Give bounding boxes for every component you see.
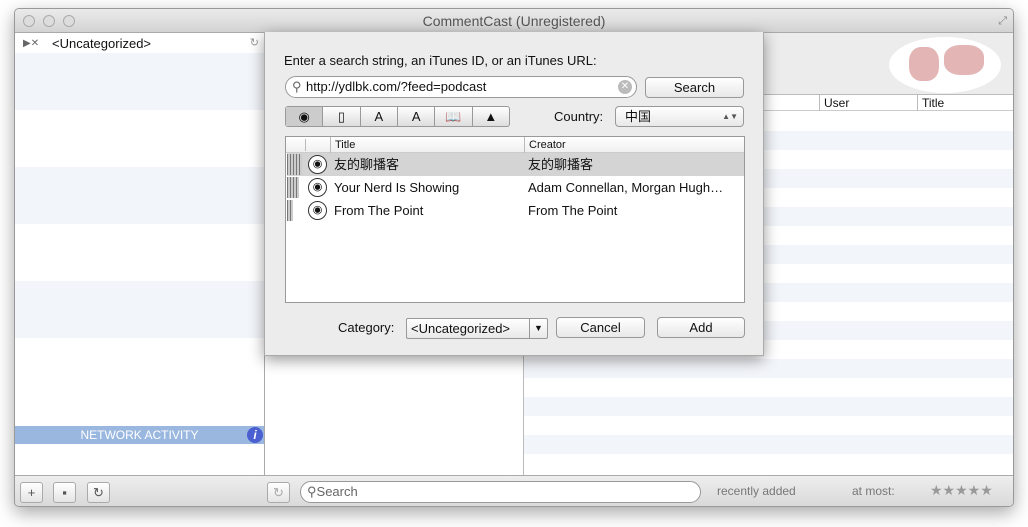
- chevron-down-icon: ▼: [529, 319, 547, 338]
- disclosure-triangle-icon[interactable]: ▶✕: [23, 35, 39, 52]
- sidebar-item-uncategorized[interactable]: ▶✕ <Uncategorized> ↻: [15, 35, 264, 52]
- refresh-comments-button[interactable]: ↻: [267, 482, 290, 503]
- star-rating-filter[interactable]: ★★★★★: [930, 482, 993, 499]
- search-icon: ⚲: [292, 79, 302, 94]
- result-title: From The Point: [334, 203, 424, 218]
- result-row[interactable]: ◉ Your Nerd Is Showing Adam Connellan, M…: [287, 176, 744, 199]
- at-most-label: at most:: [852, 484, 895, 498]
- popularity-bar: [287, 177, 299, 198]
- clear-icon[interactable]: ✕: [618, 80, 632, 94]
- results-table: Title Creator ◉ 友的聊播客 友的聊播客 ◉ Your Nerd …: [285, 136, 745, 303]
- sidebar: ▶✕ <Uncategorized> ↻ NETWORK ACTIVITY i: [15, 33, 265, 475]
- ipad-app-icon[interactable]: A: [361, 107, 398, 126]
- podcast-icon: ◉: [308, 178, 327, 197]
- itunes-u-icon[interactable]: ▲: [473, 107, 509, 126]
- search-prompt: Enter a search string, an iTunes ID, or …: [284, 53, 597, 68]
- media-type-selector[interactable]: ◉ ▯ A A 📖 ▲: [285, 106, 510, 127]
- zoom-button[interactable]: [63, 15, 75, 27]
- result-creator: Adam Connellan, Morgan Hugh…: [528, 180, 724, 195]
- result-title: Your Nerd Is Showing: [334, 180, 460, 195]
- add-button[interactable]: +: [20, 482, 43, 503]
- popularity-bar: [287, 200, 293, 221]
- column-header-creator[interactable]: Creator: [524, 137, 566, 153]
- network-activity-header: NETWORK ACTIVITY i: [15, 426, 264, 444]
- refresh-icon[interactable]: ↻: [250, 35, 259, 52]
- podcast-icon[interactable]: ◉: [286, 107, 324, 126]
- country-select[interactable]: 中国 ▲▼: [615, 106, 744, 127]
- country-label: Country:: [554, 109, 604, 124]
- column-header-title[interactable]: Title: [917, 95, 944, 111]
- close-button[interactable]: [23, 15, 35, 27]
- sidebar-item-label: <Uncategorized>: [52, 36, 152, 51]
- itunes-search-field[interactable]: ⚲ http://ydlbk.com/?feed=podcast ✕: [285, 76, 637, 98]
- title-bar: CommentCast (Unregistered) ⤢: [15, 9, 1013, 33]
- add-folder-button[interactable]: ▪: [53, 482, 76, 503]
- fullscreen-icon[interactable]: ⤢: [998, 9, 1007, 33]
- add-button[interactable]: Add: [657, 317, 745, 338]
- book-icon[interactable]: 📖: [435, 107, 473, 126]
- updown-arrows-icon: ▲▼: [722, 112, 738, 121]
- minimize-button[interactable]: [43, 15, 55, 27]
- bottom-toolbar: + ▪ ↻ ↻ ⚲Search recently added at most: …: [15, 475, 1013, 506]
- search-query: http://ydlbk.com/?feed=podcast: [306, 79, 487, 94]
- podcast-icon: ◉: [308, 155, 327, 174]
- column-header-user[interactable]: User: [819, 95, 849, 111]
- popularity-bar: [287, 154, 302, 175]
- result-row[interactable]: ◉ From The Point From The Point: [287, 199, 744, 222]
- category-label: Category:: [338, 320, 395, 335]
- window-title: CommentCast (Unregistered): [422, 13, 606, 29]
- search-button[interactable]: Search: [645, 77, 744, 98]
- search-placeholder: Search: [316, 484, 358, 499]
- category-select[interactable]: <Uncategorized> ▼: [406, 318, 548, 339]
- mac-app-icon[interactable]: A: [398, 107, 436, 126]
- recently-added-filter[interactable]: recently added: [717, 484, 796, 498]
- column-header-title[interactable]: Title: [330, 137, 355, 153]
- podcast-icon: ◉: [308, 201, 327, 220]
- result-creator: From The Point: [528, 203, 618, 218]
- iphone-app-icon[interactable]: ▯: [323, 107, 361, 126]
- refresh-button[interactable]: ↻: [87, 482, 110, 503]
- result-title: 友的聊播客: [334, 157, 400, 172]
- info-icon[interactable]: i: [247, 427, 263, 443]
- category-value: <Uncategorized>: [411, 321, 511, 336]
- result-creator: 友的聊播客: [528, 157, 594, 172]
- search-input[interactable]: ⚲Search: [300, 481, 701, 503]
- country-value: 中国: [625, 109, 652, 124]
- search-icon: ⚲: [307, 484, 317, 499]
- result-row[interactable]: ◉ 友的聊播客 友的聊播客: [287, 153, 744, 176]
- add-podcast-sheet: Enter a search string, an iTunes ID, or …: [264, 32, 764, 356]
- network-activity-label: NETWORK ACTIVITY: [80, 428, 199, 442]
- cancel-button[interactable]: Cancel: [556, 317, 645, 338]
- world-map-icon[interactable]: [889, 37, 1001, 93]
